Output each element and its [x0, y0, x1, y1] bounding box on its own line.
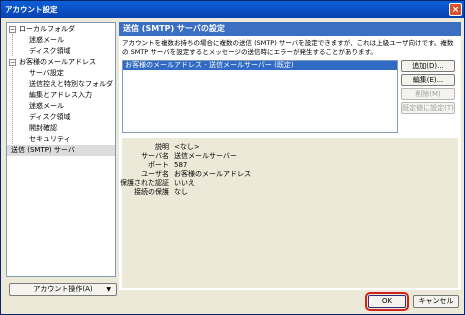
ok-button[interactable]: OK	[365, 292, 409, 311]
detail-row: ユーザ名 お客様のメールアドレス	[122, 170, 458, 179]
tree-item-junk[interactable]: 迷惑メール	[7, 101, 115, 112]
detail-row: ポート 587	[122, 161, 458, 170]
detail-key: サーバ名	[141, 152, 169, 160]
detail-row: 保護された認証 いいえ	[120, 179, 458, 188]
collapse-icon[interactable]: −	[9, 26, 16, 33]
tree-item-label: 送信 (SMTP) サーバ	[11, 146, 75, 154]
tree-item-outgoing-server[interactable]: 送信 (SMTP) サーバ	[7, 145, 115, 156]
account-settings-window: アカウント設定 × − ローカルフォルダ 迷惑メール ディスク領域 − お客様の…	[0, 0, 465, 315]
title-bar: アカウント設定 ×	[1, 1, 464, 18]
tree-item-label: 開封確認	[29, 124, 57, 132]
account-actions-label: アカウント操作(A)	[33, 285, 93, 293]
account-tree[interactable]: − ローカルフォルダ 迷惑メール ディスク領域 − お客様のメールアドレス サー…	[6, 22, 116, 277]
tree-item-server-settings[interactable]: サーバ設定	[7, 68, 115, 79]
collapse-icon[interactable]: −	[9, 59, 16, 66]
set-default-button[interactable]: 既定値に設定(T)	[401, 102, 455, 114]
tree-item-label: 迷惑メール	[29, 36, 64, 44]
detail-row: サーバ名 送信メールサーバー	[122, 152, 458, 161]
window-title: アカウント設定	[5, 5, 58, 14]
detail-key: 説明	[155, 143, 169, 151]
panel-title: 送信 (SMTP) サーバの設定	[119, 22, 461, 36]
smtp-server-list[interactable]: お客様のメールアドレス - 送信メールサーバー (既定)	[122, 60, 398, 133]
dropdown-arrow-icon: ▼	[106, 286, 111, 293]
detail-key: ポート	[148, 161, 169, 169]
tree-item-copies-folders[interactable]: 送信控えと特別なフォルダ	[7, 79, 115, 90]
detail-value: 送信メールサーバー	[174, 152, 237, 160]
detail-value: いいえ	[174, 179, 195, 187]
delete-server-button[interactable]: 削除(M)	[401, 88, 455, 100]
tree-item-junk[interactable]: 迷惑メール	[7, 35, 115, 46]
tree-item-composition[interactable]: 編集とアドレス入力	[7, 90, 115, 101]
tree-item-label: サーバ設定	[29, 69, 64, 77]
detail-row: 接続の保護 なし	[122, 188, 458, 197]
account-actions-button[interactable]: アカウント操作(A) ▼	[9, 283, 117, 296]
close-icon[interactable]: ×	[449, 3, 462, 16]
detail-key: 保護された認証	[120, 179, 169, 187]
edit-server-button[interactable]: 編集(E)...	[401, 74, 455, 86]
tree-item-local-folders[interactable]: − ローカルフォルダ	[7, 24, 115, 35]
detail-value: 587	[174, 161, 188, 169]
tree-item-label: 編集とアドレス入力	[29, 91, 92, 99]
tree-item-security[interactable]: セキュリティ	[7, 134, 115, 145]
detail-key: 接続の保護	[134, 188, 169, 196]
detail-value: <なし>	[174, 143, 200, 151]
cancel-button[interactable]: キャンセル	[413, 295, 459, 308]
tree-item-label: 送信控えと特別なフォルダ	[29, 80, 113, 88]
tree-item-label: ディスク領域	[29, 113, 71, 121]
detail-value: お客様のメールアドレス	[174, 170, 251, 178]
server-details: 説明 <なし> サーバ名 送信メールサーバー ポート 587 ユーザ名 お客様の…	[120, 138, 458, 288]
detail-value: なし	[174, 188, 188, 196]
server-list-item[interactable]: お客様のメールアドレス - 送信メールサーバー (既定)	[123, 61, 397, 70]
smtp-settings-panel: 送信 (SMTP) サーバの設定 アカウントを複数お持ちの場合に複数の送信 (S…	[119, 22, 461, 290]
tree-item-label: お客様のメールアドレス	[19, 58, 96, 66]
tree-item-disk-space[interactable]: ディスク領域	[7, 112, 115, 123]
panel-description: アカウントを複数お持ちの場合に複数の送信 (SMTP) サーバを設定できますが、…	[122, 39, 454, 56]
tree-item-label: ローカルフォルダ	[19, 25, 75, 33]
tree-item-disk-space[interactable]: ディスク領域	[7, 46, 115, 57]
detail-row: 説明 <なし>	[122, 143, 458, 152]
tree-item-return-receipts[interactable]: 開封確認	[7, 123, 115, 134]
tree-item-label: セキュリティ	[29, 135, 71, 143]
detail-key: ユーザ名	[141, 170, 169, 178]
tree-item-label: ディスク領域	[29, 47, 71, 55]
tree-item-account[interactable]: − お客様のメールアドレス	[7, 57, 115, 68]
tree-item-label: 迷惑メール	[29, 102, 64, 110]
add-server-button[interactable]: 追加(D)...	[401, 60, 455, 72]
